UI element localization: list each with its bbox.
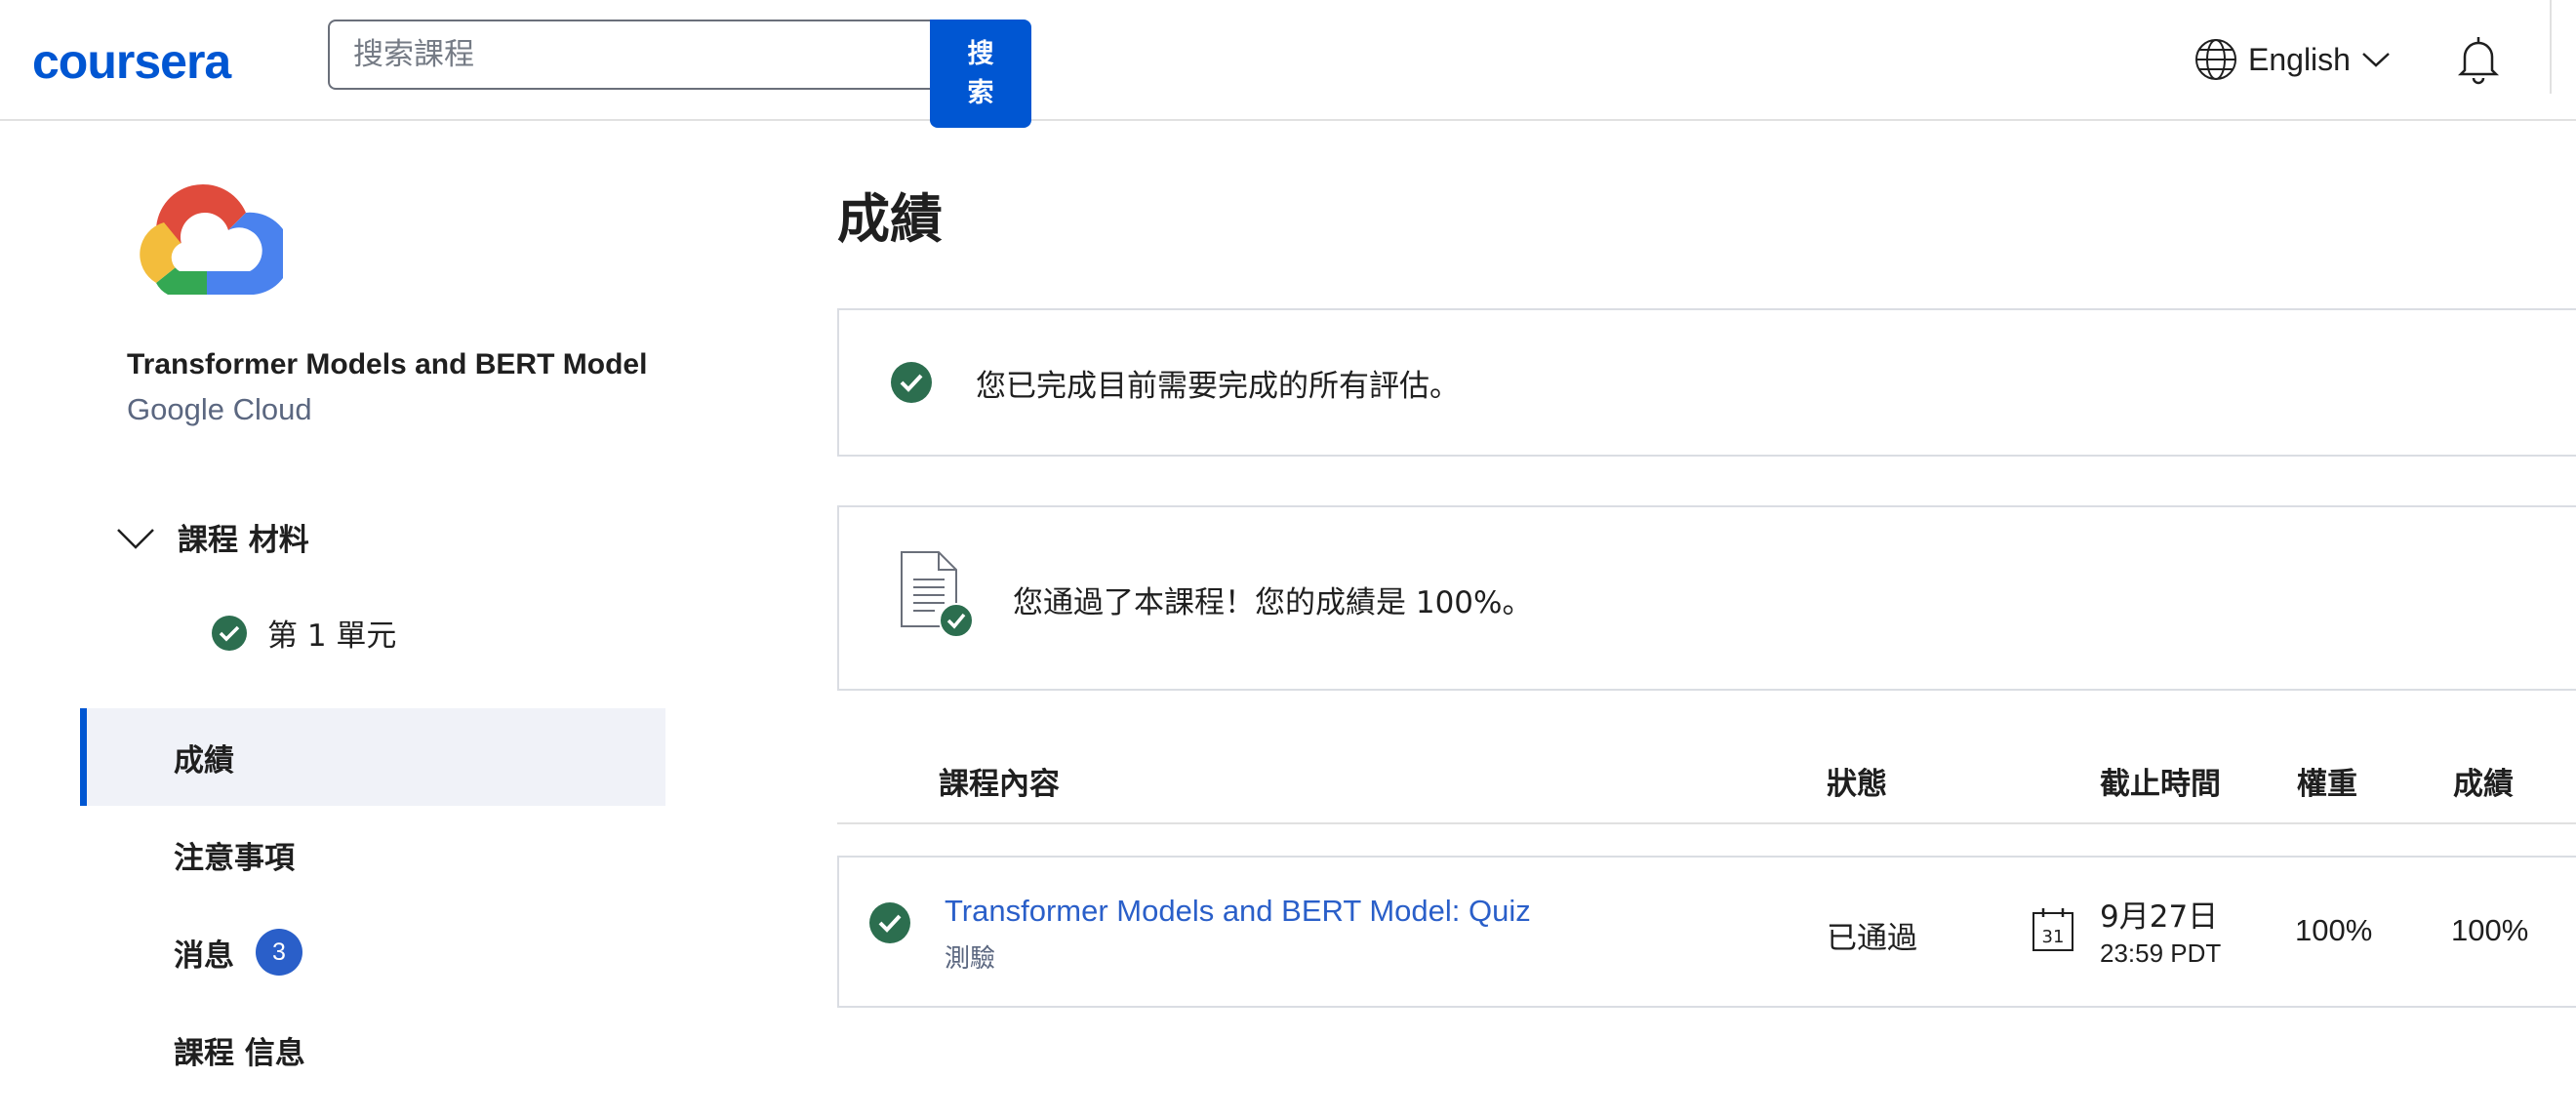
course-materials-label: 課程 材料 (178, 523, 309, 558)
calendar-day: 31 (2042, 927, 2065, 947)
pass-card: 您通過了本課程！您的成績是 100%。 (837, 505, 2576, 691)
column-header-grade: 成績 (2453, 767, 2514, 802)
document-check-icon (901, 551, 974, 638)
course-partner: Google Cloud (127, 392, 312, 426)
grade-cell: 100% (2451, 913, 2529, 947)
completion-message: 您已完成目前需要完成的所有評估。 (976, 369, 1460, 404)
chevron-down-icon (2362, 53, 2390, 67)
table-header-divider (837, 822, 2576, 824)
search-button-label: 搜索 (967, 38, 994, 108)
language-selector[interactable]: English (2194, 35, 2392, 84)
sidebar-item-label: 注意事項 (174, 840, 295, 876)
quiz-link[interactable]: Transformer Models and BERT Model: Quiz (945, 894, 1531, 929)
sidebar-item-messages[interactable]: 消息 3 (80, 903, 665, 1001)
google-cloud-logo (140, 183, 283, 295)
check-circle-icon (212, 615, 247, 651)
sidebar-item-course-info[interactable]: 課程 信息 (80, 1001, 665, 1098)
column-header-status: 狀態 (1827, 767, 1887, 802)
bell-icon[interactable] (2451, 31, 2506, 86)
chevron-down-icon (117, 528, 154, 549)
weight-cell: 100% (2295, 913, 2373, 947)
sidebar-item-grades[interactable]: 成績 (80, 708, 665, 806)
sidebar-item-label: 課程 信息 (174, 1035, 305, 1071)
globe-icon (2195, 39, 2236, 80)
pass-message: 您通過了本課程！您的成績是 100%。 (1013, 585, 1533, 620)
column-header-due: 截止時間 (2100, 767, 2221, 802)
calendar-icon: 31 (2033, 908, 2073, 951)
sidebar-item-label: 消息 (174, 938, 234, 974)
column-header-weight: 權重 (2297, 767, 2357, 802)
search-input[interactable] (328, 20, 931, 90)
messages-count-badge: 3 (256, 929, 302, 976)
check-circle-icon (891, 362, 932, 403)
course-materials-toggle[interactable]: 課程 材料 (115, 515, 309, 559)
top-header: coursera 搜索 English (0, 0, 2576, 128)
column-header-content: 課程內容 (939, 767, 1060, 802)
completion-card: 您已完成目前需要完成的所有評估。 (837, 308, 2576, 457)
status-cell: 已通過 (1827, 921, 1917, 956)
sidebar-item-notes[interactable]: 注意事項 (80, 806, 665, 903)
module-1-link[interactable]: 第 1 單元 (211, 611, 396, 655)
coursera-logo[interactable]: coursera (32, 33, 231, 90)
due-date: 9月27日 (2100, 899, 2219, 935)
module-label: 第 1 單元 (267, 619, 397, 654)
check-circle-icon (869, 902, 910, 943)
sidebar-item-label: 成績 (174, 742, 234, 779)
language-label: English (2248, 41, 2351, 77)
due-time: 23:59 PDT (2100, 938, 2222, 968)
course-title[interactable]: Transformer Models and BERT Model (127, 348, 647, 381)
header-divider (2550, 0, 2552, 94)
search-button[interactable]: 搜索 (930, 20, 1031, 128)
item-type: 測驗 (945, 944, 996, 974)
page-title: 成績 (837, 188, 943, 250)
